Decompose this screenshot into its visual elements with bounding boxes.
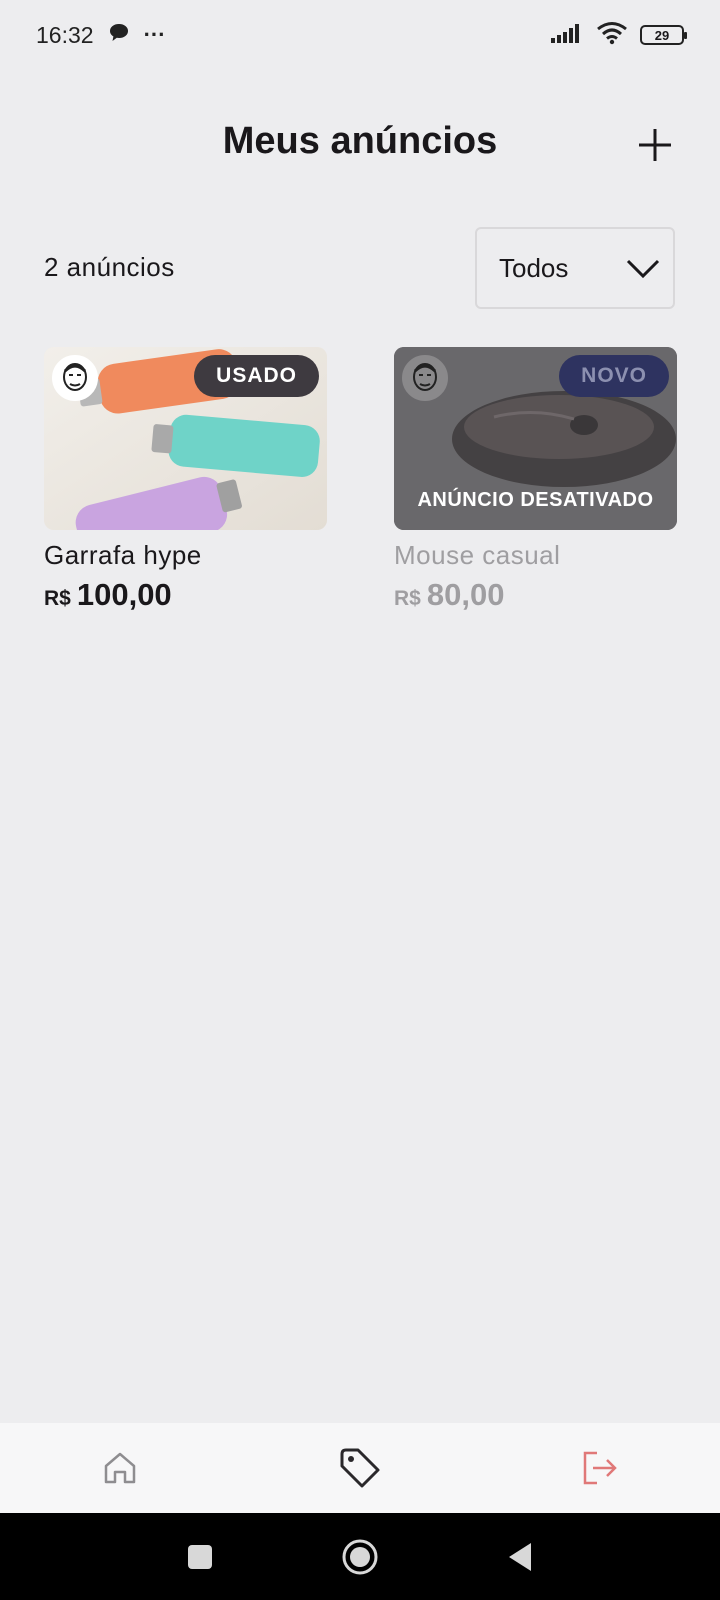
chat-bubble-icon [108,22,130,49]
ad-card-mouse[interactable]: NOVO ANÚNCIO DESATIVADO Mouse casual R$ … [394,347,677,613]
status-time: 16:32 [36,21,94,48]
status-left: 16:32 ··· [36,22,166,49]
ad-card-garrafa[interactable]: USADO Garrafa hype R$ 100,00 [44,347,327,613]
disabled-label: ANÚNCIO DESATIVADO [417,489,654,511]
triangle-back-icon [509,1542,531,1571]
filter-selected-value: Todos [499,252,569,283]
bottom-nav [0,1423,720,1513]
currency: R$ [44,587,71,610]
avatar [52,355,98,401]
recents-button[interactable] [175,1532,225,1582]
page-title: Meus anúncios [222,120,498,162]
signal-icon [550,22,584,49]
back-button[interactable] [495,1532,545,1582]
price-value: 80,00 [426,577,505,612]
ad-price: R$ 100,00 [44,577,327,613]
plus-icon [639,129,671,161]
condition-badge: NOVO [559,355,669,397]
ads-count-label: 2 anúncios [44,252,175,282]
square-icon [188,1544,212,1569]
ad-name: Mouse casual [394,540,561,570]
tag-icon [340,1448,380,1488]
ad-price: R$ 80,00 [394,577,677,613]
status-right: 29 [550,21,687,50]
home-system-button[interactable] [335,1532,385,1582]
avatar [402,355,448,401]
filter-select[interactable]: Todos [475,227,675,309]
condition-badge: USADO [194,355,319,397]
ad-name: Garrafa hype [44,540,202,570]
currency: R$ [394,587,421,610]
status-bar: 16:32 ··· 29 [0,0,720,70]
price-value: 100,00 [76,577,172,612]
add-ad-button[interactable] [630,120,680,170]
home-icon [104,1452,136,1484]
ad-image: USADO [44,347,327,530]
system-nav-bar [0,1513,720,1600]
ad-image: NOVO ANÚNCIO DESATIVADO [394,347,677,530]
sign-out-icon [583,1451,617,1485]
more-dots-icon: ··· [143,22,166,47]
nav-logout[interactable] [560,1433,640,1503]
chevron-down-icon [626,259,660,279]
header: Meus anúncios [0,110,720,180]
circle-icon [342,1539,378,1574]
nav-my-ads[interactable] [320,1433,400,1503]
nav-home[interactable] [80,1433,160,1503]
wifi-icon [596,21,628,50]
battery-icon: 29 [640,25,687,45]
